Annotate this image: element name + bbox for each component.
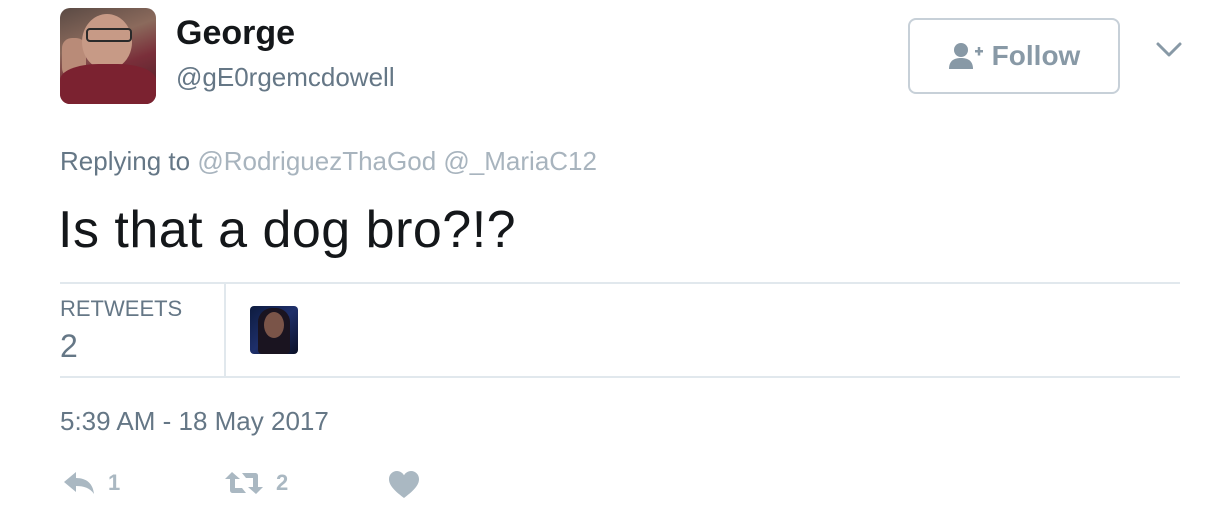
retweet-icon bbox=[225, 472, 263, 494]
follow-button[interactable]: Follow bbox=[908, 18, 1120, 94]
reply-action[interactable]: 1 bbox=[62, 470, 120, 496]
retweets-label[interactable]: RETWEETS bbox=[60, 296, 182, 322]
divider bbox=[60, 376, 1180, 378]
reply-icon bbox=[64, 472, 94, 494]
like-heart-icon bbox=[389, 471, 419, 498]
replying-prefix: Replying to bbox=[60, 146, 191, 176]
chevron-down-icon[interactable] bbox=[1154, 40, 1184, 60]
display-name[interactable]: George bbox=[176, 14, 295, 53]
mention-link[interactable]: @RodriguezThaGod bbox=[197, 146, 436, 176]
retweets-count[interactable]: 2 bbox=[60, 328, 78, 365]
like-action[interactable] bbox=[388, 470, 420, 500]
retweet-action[interactable]: 2 bbox=[224, 470, 288, 496]
user-handle[interactable]: @gE0rgemcdowell bbox=[176, 62, 395, 93]
mention-link[interactable]: @_MariaC12 bbox=[443, 146, 597, 176]
tweet-text: Is that a dog bro?!? bbox=[58, 201, 517, 259]
retweet-count: 2 bbox=[276, 470, 289, 495]
retweeter-avatar[interactable] bbox=[250, 306, 298, 354]
stats-separator bbox=[224, 284, 226, 376]
tweet-timestamp[interactable]: 5:39 AM - 18 May 2017 bbox=[60, 406, 329, 437]
divider bbox=[60, 282, 1180, 284]
user-avatar[interactable] bbox=[60, 8, 156, 104]
follow-person-icon bbox=[948, 43, 983, 69]
replying-to: Replying to @RodriguezThaGod @_MariaC12 bbox=[60, 146, 597, 177]
reply-count: 1 bbox=[108, 470, 121, 495]
follow-label: Follow bbox=[991, 40, 1081, 71]
